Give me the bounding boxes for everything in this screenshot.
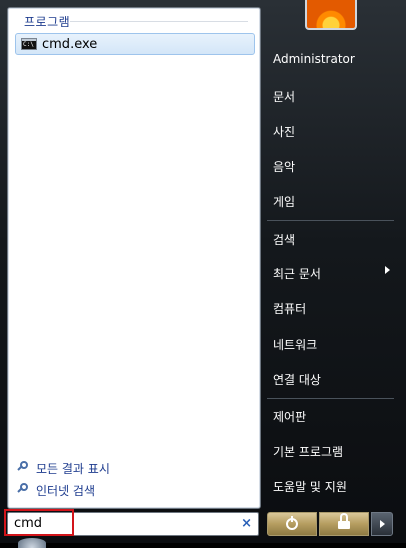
start-orb[interactable] bbox=[18, 538, 46, 548]
section-divider bbox=[70, 21, 248, 22]
power-button[interactable] bbox=[267, 512, 317, 536]
menu-item-administrator[interactable]: Administrator bbox=[273, 52, 355, 66]
search-result-label: cmd.exe bbox=[42, 36, 98, 52]
menu-item-connect-to[interactable]: 연결 대상 bbox=[273, 371, 321, 388]
right-divider bbox=[267, 398, 394, 399]
menu-item-control-panel[interactable]: 제어판 bbox=[273, 408, 306, 425]
menu-item-computer[interactable]: 컴퓨터 bbox=[273, 300, 306, 317]
search-icon bbox=[16, 460, 32, 476]
cmd-console-icon: C:\ bbox=[21, 38, 37, 50]
search-input-value: cmd bbox=[14, 516, 43, 531]
menu-item-default-programs[interactable]: 기본 프로그램 bbox=[273, 443, 343, 460]
chevron-right-icon bbox=[379, 520, 385, 528]
programs-section-title: 프로그램 bbox=[24, 15, 71, 29]
power-icon bbox=[286, 516, 298, 530]
shutdown-options-button[interactable] bbox=[371, 512, 393, 536]
submenu-arrow-icon bbox=[385, 266, 390, 274]
menu-item-network[interactable]: 네트워크 bbox=[273, 336, 317, 353]
menu-item-pictures[interactable]: 사진 bbox=[273, 123, 295, 140]
power-buttons bbox=[267, 512, 395, 536]
search-result-cmd[interactable]: C:\ cmd.exe bbox=[15, 33, 255, 55]
internet-search-link[interactable]: 인터넷 검색 bbox=[16, 480, 95, 500]
menu-item-documents[interactable]: 문서 bbox=[273, 88, 295, 105]
show-all-results-label: 모든 결과 표시 bbox=[36, 461, 110, 476]
programs-panel: 프로그램 C:\ cmd.exe 모든 결과 표시 인터넷 검색 bbox=[7, 7, 261, 509]
menu-item-search[interactable]: 검색 bbox=[273, 231, 295, 248]
menu-item-help-support[interactable]: 도움말 및 지원 bbox=[273, 478, 347, 495]
menu-item-recent-documents[interactable]: 최근 문서 bbox=[273, 265, 321, 282]
search-icon bbox=[16, 482, 32, 498]
menu-item-games[interactable]: 게임 bbox=[273, 193, 295, 210]
lock-button[interactable] bbox=[319, 512, 369, 536]
internet-search-label: 인터넷 검색 bbox=[36, 483, 96, 498]
lock-icon bbox=[338, 513, 350, 529]
menu-item-music[interactable]: 음악 bbox=[273, 158, 295, 175]
user-avatar[interactable] bbox=[305, 0, 357, 30]
show-all-results-link[interactable]: 모든 결과 표시 bbox=[16, 458, 110, 478]
start-menu: 프로그램 C:\ cmd.exe 모든 결과 표시 인터넷 검색 cmd × A… bbox=[0, 0, 406, 548]
clear-search-icon[interactable]: × bbox=[241, 516, 252, 531]
right-divider bbox=[267, 220, 394, 221]
search-input[interactable]: cmd × bbox=[7, 512, 259, 536]
